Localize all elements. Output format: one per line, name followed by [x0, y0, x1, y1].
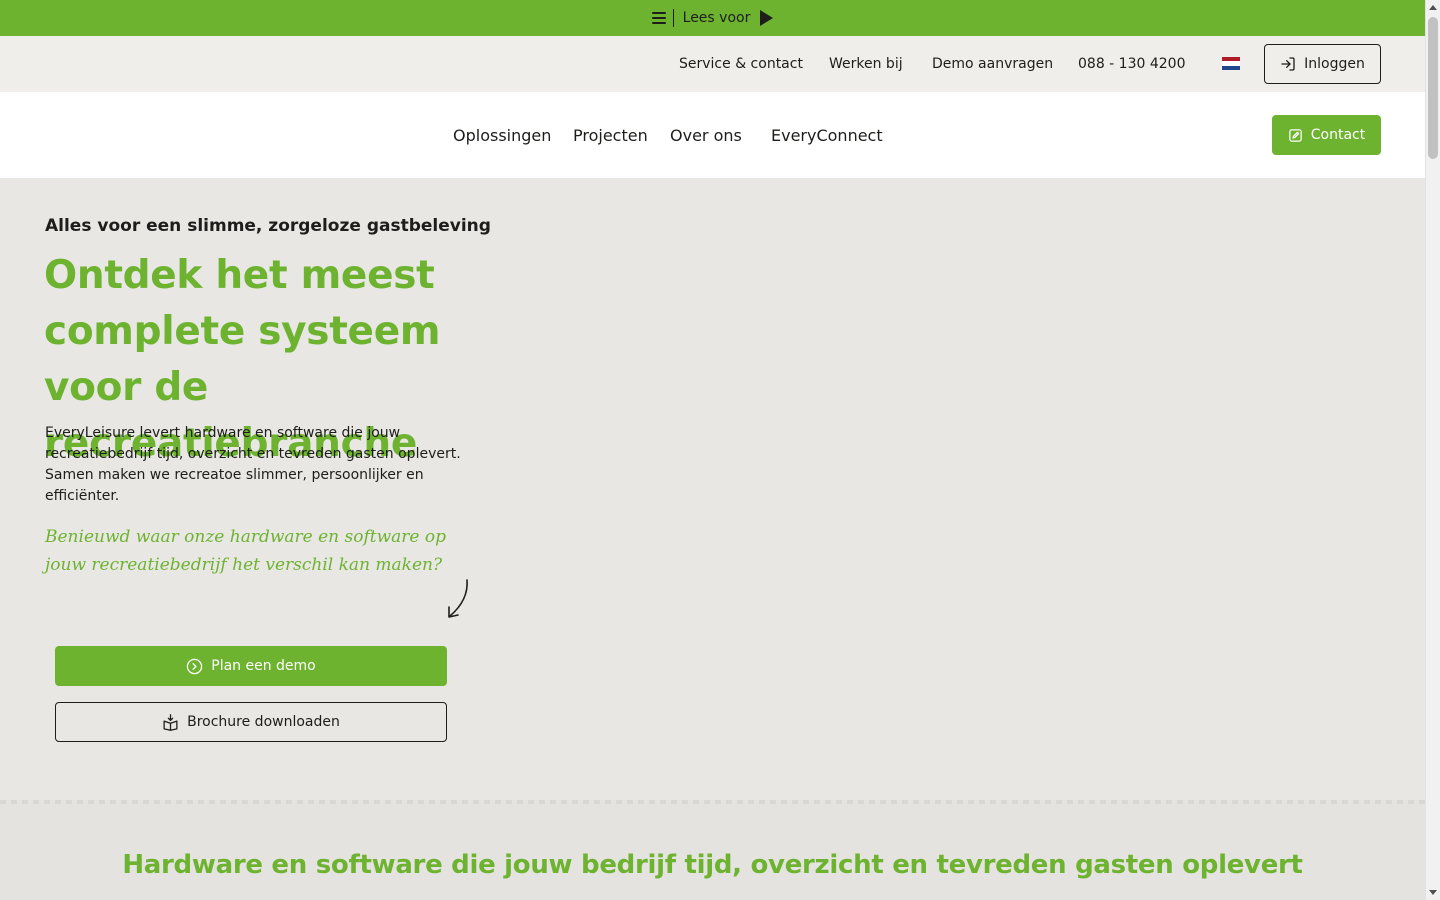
scroll-down-icon[interactable] [1429, 890, 1437, 895]
login-button[interactable]: Inloggen [1264, 44, 1381, 84]
plan-demo-button[interactable]: Plan een demo [55, 646, 447, 686]
nav-everyconnect[interactable]: EveryConnect [771, 126, 883, 145]
features-section: Hardware en software die jouw bedrijf ti… [0, 800, 1425, 900]
hero-eyebrow: Alles voor een slimme, zorgeloze gastbel… [45, 216, 491, 236]
page: Lees voor Service & contact Werken bij D… [0, 0, 1425, 900]
brochure-label: Brochure downloaden [187, 714, 340, 730]
handwritten-callout: Benieuwd waar onze hardware en software … [45, 527, 447, 575]
login-icon [1281, 57, 1295, 71]
plan-demo-label: Plan een demo [211, 658, 316, 674]
brochure-download-button[interactable]: Brochure downloaden [55, 702, 447, 742]
contact-button[interactable]: Contact [1272, 115, 1381, 155]
hamburger-menu-icon[interactable] [651, 12, 666, 24]
play-icon[interactable] [760, 10, 774, 26]
phone-edit-icon [1289, 128, 1302, 142]
demo-aanvragen-link[interactable]: Demo aanvragen [932, 56, 1053, 72]
scroll-up-icon[interactable] [1429, 5, 1437, 10]
read-aloud-bar: Lees voor [0, 0, 1425, 36]
nav-projecten[interactable]: Projecten [573, 126, 648, 145]
hero-description: EveryLeisure levert hardware en software… [45, 425, 461, 504]
divider [672, 9, 674, 27]
hero-section: Alles voor een slimme, zorgeloze gastbel… [0, 178, 1425, 800]
book-download-icon [163, 713, 178, 731]
login-label: Inloggen [1304, 56, 1365, 72]
werken-bij-link[interactable]: Werken bij [829, 56, 903, 72]
scrollbar-thumb[interactable] [1428, 17, 1438, 159]
chevron-circle-right-icon [187, 658, 203, 674]
torn-edge-divider [0, 800, 1425, 804]
nav-oplossingen[interactable]: Oplossingen [453, 126, 551, 145]
read-aloud-label: Lees voor [682, 10, 751, 26]
page-scrollbar[interactable] [1425, 0, 1440, 900]
contact-label: Contact [1310, 127, 1366, 143]
language-flag-nl-icon[interactable] [1222, 57, 1240, 70]
service-contact-link[interactable]: Service & contact [679, 56, 803, 72]
section-title: Hardware en software die jouw bedrijf ti… [122, 850, 1303, 880]
phone-link[interactable]: 088 - 130 4200 [1078, 56, 1185, 72]
curved-arrow-icon [448, 579, 468, 618]
read-aloud-button[interactable]: Lees voor [651, 9, 774, 27]
nav-over-ons[interactable]: Over ons [670, 126, 742, 145]
